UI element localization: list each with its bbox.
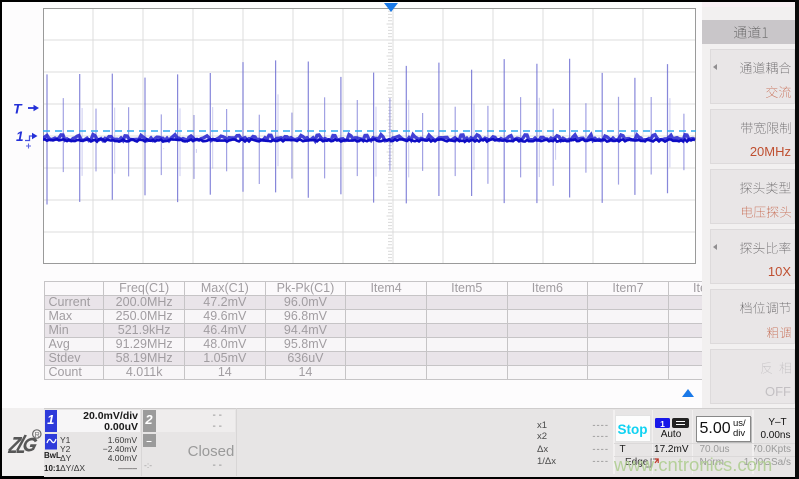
svg-text:1: 1 — [16, 129, 24, 144]
svg-text:R: R — [35, 432, 40, 439]
svg-text:T: T — [13, 101, 23, 117]
